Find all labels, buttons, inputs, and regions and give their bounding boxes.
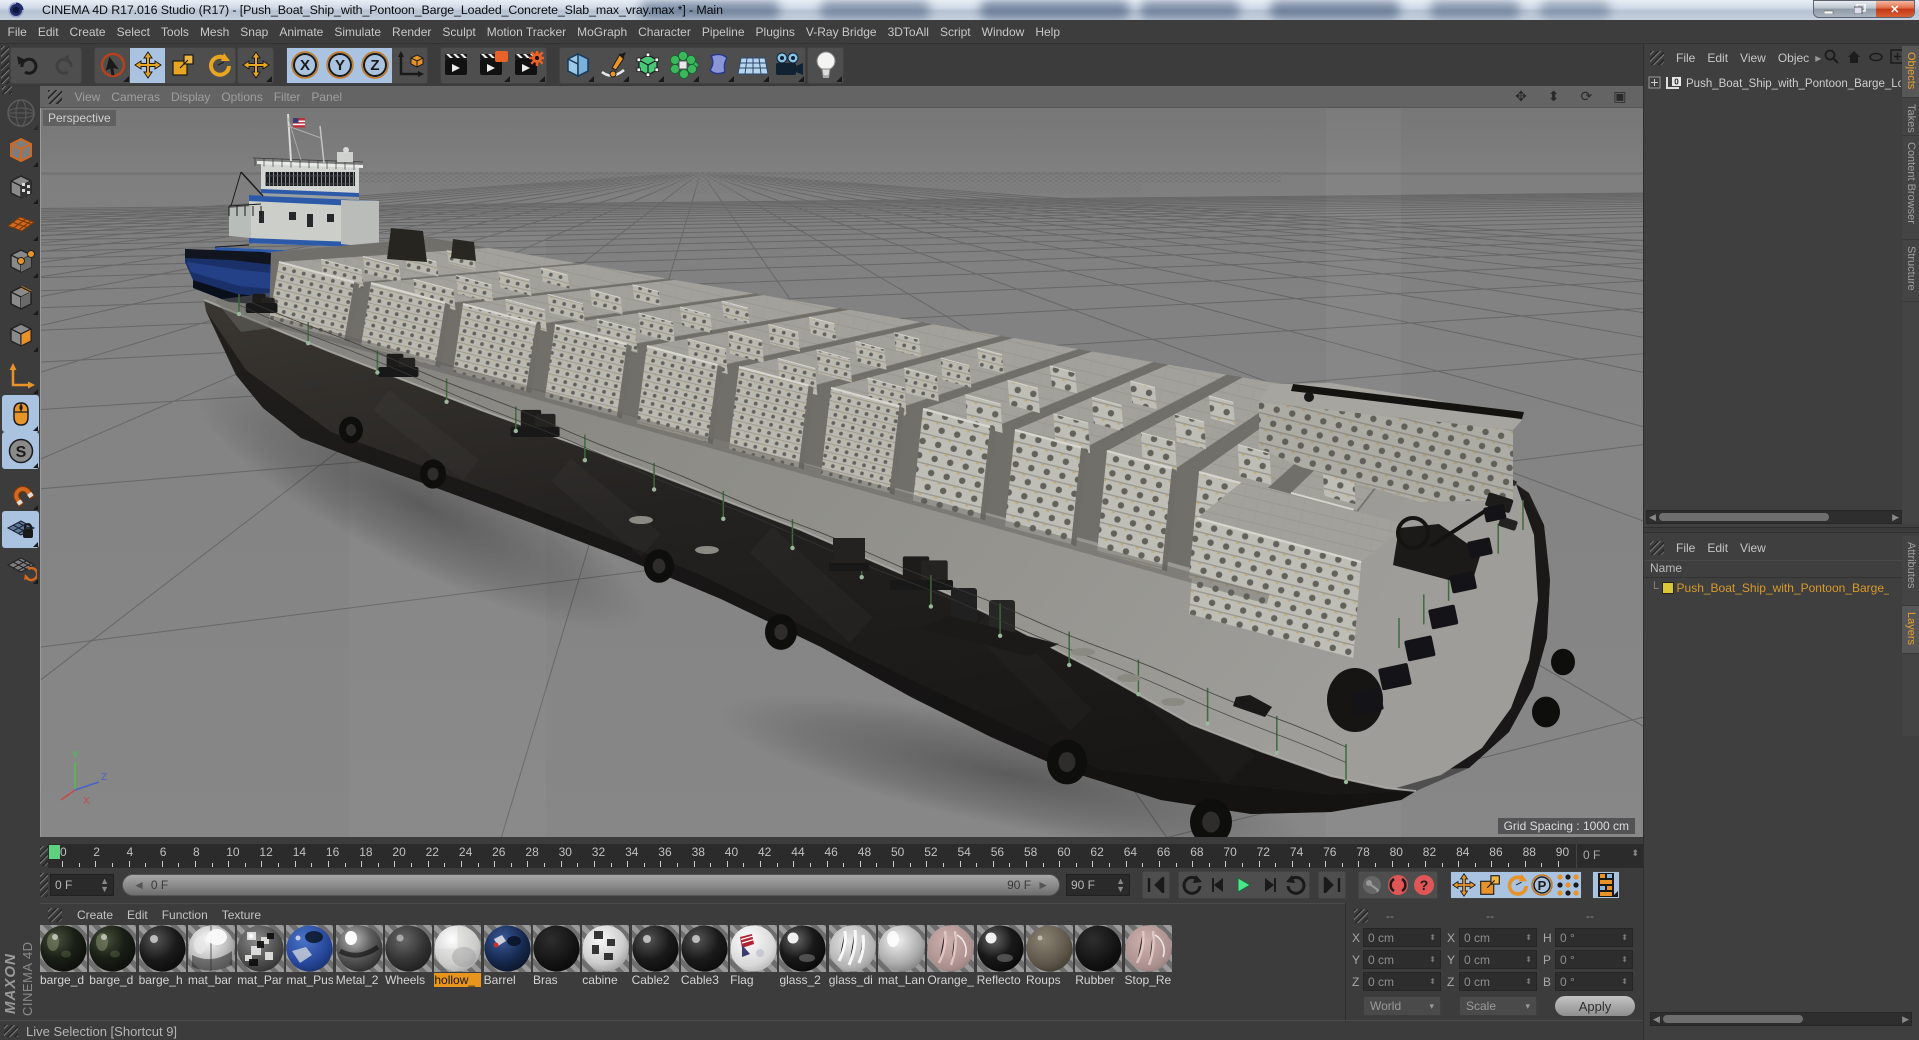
svg-text:Y: Y [72, 750, 79, 761]
svg-text:Y: Y [334, 57, 344, 74]
svg-text:Z: Z [370, 57, 379, 74]
svg-text:X: X [83, 796, 90, 807]
svg-text:P: P [1538, 878, 1547, 893]
svg-text:0: 0 [1674, 77, 1679, 86]
svg-text:S: S [15, 444, 26, 461]
svg-text:Z: Z [101, 772, 107, 783]
svg-text:X: X [299, 57, 309, 74]
svg-text:?: ? [1420, 877, 1429, 893]
